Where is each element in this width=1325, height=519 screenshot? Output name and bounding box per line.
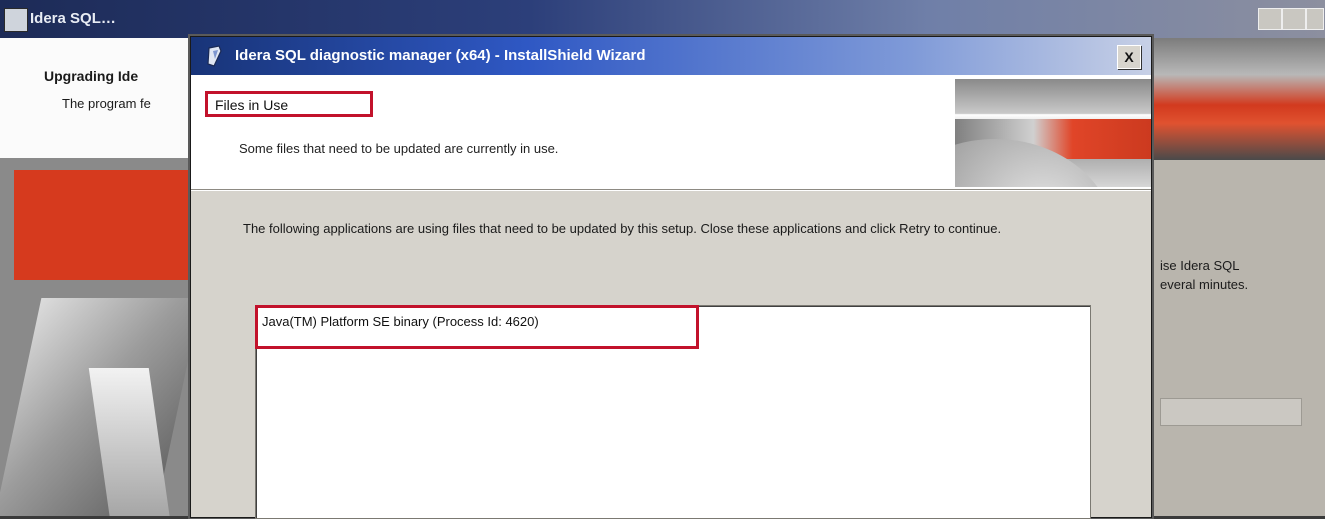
background-status-line: everal minutes.	[1160, 277, 1249, 292]
background-close-button[interactable]	[1306, 8, 1324, 30]
minimize-button[interactable]	[1258, 8, 1282, 30]
annotation-highlight-title	[205, 91, 373, 117]
dialog-header: Files in Use Some files that need to be …	[191, 75, 1151, 189]
dialog-title-bar[interactable]: Idera SQL diagnostic manager (x64) - Ins…	[191, 37, 1151, 75]
dialog-banner-art	[955, 79, 1151, 187]
background-banner-art	[1145, 38, 1325, 160]
background-window-title: Idera SQL…	[30, 10, 116, 27]
app-icon	[4, 8, 28, 32]
background-header-subtitle: The program fe	[62, 96, 151, 111]
background-status-line: ise Idera SQL	[1160, 258, 1240, 273]
close-button[interactable]: X	[1117, 45, 1141, 69]
annotation-highlight-process	[255, 305, 699, 349]
dialog-title: Idera SQL diagnostic manager (x64) - Ins…	[235, 47, 646, 64]
background-status-text: ise Idera SQL everal minutes.	[1160, 256, 1248, 294]
instructions-text: The following applications are using fil…	[243, 221, 1002, 236]
files-in-use-dialog: Idera SQL diagnostic manager (x64) - Ins…	[190, 36, 1152, 519]
background-title-bar[interactable]: Idera SQL…	[0, 0, 1325, 38]
maximize-button[interactable]	[1282, 8, 1306, 30]
dialog-header-subtitle: Some files that need to be updated are c…	[239, 141, 559, 156]
background-header-title: Upgrading Ide	[44, 68, 139, 84]
background-progress-bar	[1160, 398, 1302, 426]
header-divider	[191, 189, 1151, 191]
installer-icon	[207, 45, 222, 67]
background-side-art	[0, 158, 192, 516]
